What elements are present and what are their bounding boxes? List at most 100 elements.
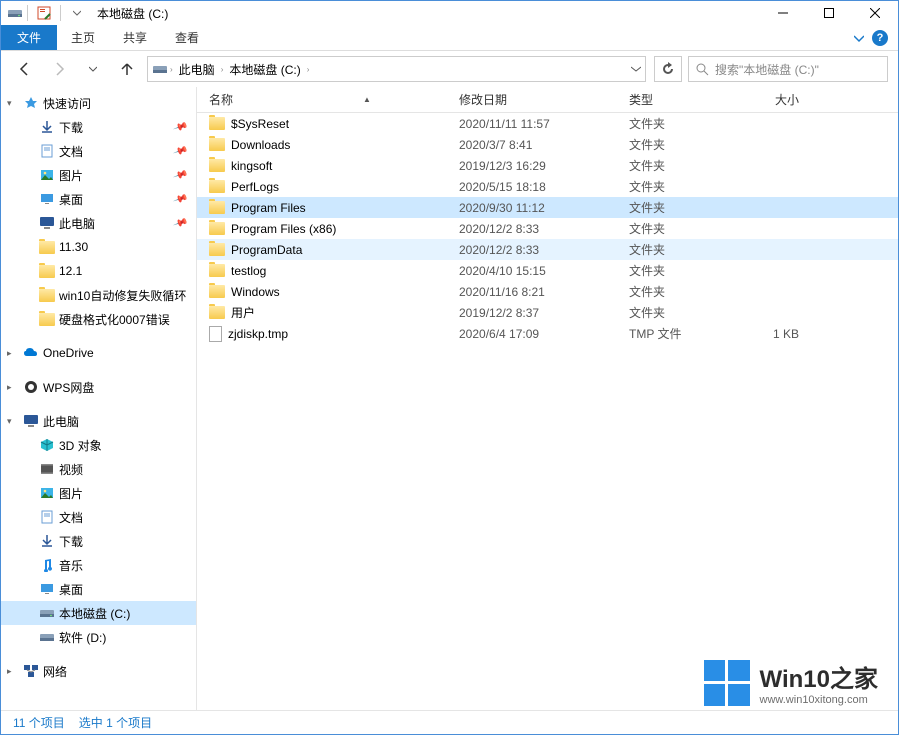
file-row[interactable]: ProgramData2020/12/2 8:33文件夹 (197, 239, 898, 260)
col-header-date[interactable]: 修改日期 (459, 91, 629, 108)
item-icon (39, 533, 55, 549)
tree-this-pc[interactable]: ▾ 此电脑 (1, 409, 196, 433)
file-date: 2020/11/11 11:57 (459, 117, 629, 131)
tree-label: 桌面 (59, 191, 83, 208)
tree-label: 快速访问 (43, 95, 91, 112)
file-row[interactable]: PerfLogs2020/5/15 18:18文件夹 (197, 176, 898, 197)
item-icon (39, 119, 55, 135)
folder-icon (209, 264, 225, 277)
qat-dropdown-icon[interactable] (65, 2, 89, 24)
file-row[interactable]: Program Files2020/9/30 11:12文件夹 (197, 197, 898, 218)
tree-pc-item[interactable]: 下载 (1, 529, 196, 553)
address-bar[interactable]: › 此电脑 › 本地磁盘 (C:) › (147, 56, 646, 82)
file-list[interactable]: $SysReset2020/11/11 11:57文件夹Downloads202… (197, 113, 898, 710)
tree-pc-item[interactable]: 文档 (1, 505, 196, 529)
tree-wps[interactable]: ▸ WPS网盘 (1, 375, 196, 399)
tree-quick-item[interactable]: 图片📌 (1, 163, 196, 187)
tree-pc-item[interactable]: 视频 (1, 457, 196, 481)
tree-network[interactable]: ▸ 网络 (1, 659, 196, 683)
file-type: 文件夹 (629, 115, 729, 132)
chevron-down-icon[interactable]: ▾ (7, 98, 19, 109)
tree-pc-item[interactable]: 本地磁盘 (C:) (1, 601, 196, 625)
tree-label: 软件 (D:) (59, 629, 106, 646)
file-row[interactable]: Downloads2020/3/7 8:41文件夹 (197, 134, 898, 155)
maximize-button[interactable] (806, 1, 852, 25)
folder-icon (209, 285, 225, 298)
file-row[interactable]: Windows2020/11/16 8:21文件夹 (197, 281, 898, 302)
minimize-button[interactable] (760, 1, 806, 25)
help-icon[interactable]: ? (872, 30, 888, 46)
file-row[interactable]: zjdiskp.tmp2020/6/4 17:09TMP 文件1 KB (197, 323, 898, 344)
file-type: 文件夹 (629, 262, 729, 279)
tree-quick-item[interactable]: 文档📌 (1, 139, 196, 163)
file-type: 文件夹 (629, 199, 729, 216)
tree-label: 本地磁盘 (C:) (59, 605, 130, 622)
ribbon-view-tab[interactable]: 查看 (161, 25, 213, 50)
chevron-right-icon[interactable]: ▸ (7, 348, 19, 359)
tree-pc-item[interactable]: 软件 (D:) (1, 625, 196, 649)
forward-button[interactable] (45, 55, 73, 83)
ribbon-share-tab[interactable]: 共享 (109, 25, 161, 50)
file-name: testlog (231, 264, 266, 278)
chevron-right-icon[interactable]: › (221, 65, 224, 74)
item-icon (39, 311, 55, 327)
tree-onedrive[interactable]: ▸ OneDrive (1, 341, 196, 365)
tree-pc-item[interactable]: 桌面 (1, 577, 196, 601)
chevron-right-icon[interactable]: › (307, 65, 310, 74)
file-row[interactable]: $SysReset2020/11/11 11:57文件夹 (197, 113, 898, 134)
tree-label: OneDrive (43, 346, 94, 360)
file-row[interactable]: 用户2019/12/2 8:37文件夹 (197, 302, 898, 323)
address-dropdown-icon[interactable] (631, 64, 641, 74)
file-type: 文件夹 (629, 136, 729, 153)
file-row[interactable]: testlog 2020/4/10 15:15文件夹 (197, 260, 898, 281)
tree-quick-item[interactable]: 桌面📌 (1, 187, 196, 211)
col-header-type[interactable]: 类型 (629, 91, 729, 108)
drive-icon (152, 61, 168, 77)
tree-quick-item[interactable]: 硬盘格式化0007错误 (1, 307, 196, 331)
qat-properties-icon[interactable] (32, 2, 56, 24)
breadcrumb-drive[interactable]: 本地磁盘 (C:) (225, 59, 304, 80)
col-header-name[interactable]: 名称▲ (209, 91, 459, 108)
file-date: 2020/4/10 15:15 (459, 264, 629, 278)
tree-quick-item[interactable]: 下载📌 (1, 115, 196, 139)
file-icon (209, 326, 222, 342)
file-row[interactable]: Program Files (x86)2020/12/2 8:33文件夹 (197, 218, 898, 239)
file-name: 用户 (231, 304, 255, 321)
tree-label: 桌面 (59, 581, 83, 598)
recent-dropdown[interactable] (79, 55, 107, 83)
back-button[interactable] (11, 55, 39, 83)
breadcrumb-pc[interactable]: 此电脑 (175, 59, 219, 80)
ribbon-home-tab[interactable]: 主页 (57, 25, 109, 50)
refresh-button[interactable] (654, 56, 682, 82)
tree-pc-item[interactable]: 3D 对象 (1, 433, 196, 457)
file-row[interactable]: kingsoft2019/12/3 16:29文件夹 (197, 155, 898, 176)
chevron-right-icon[interactable]: › (170, 65, 173, 74)
pin-icon: 📌 (172, 119, 188, 134)
sort-asc-icon: ▲ (363, 95, 371, 104)
tree-pc-item[interactable]: 图片 (1, 481, 196, 505)
tree-label: WPS网盘 (43, 379, 94, 396)
chevron-right-icon[interactable]: ▸ (7, 382, 19, 393)
tree-label: 11.30 (59, 240, 88, 254)
ribbon-expand-icon[interactable] (854, 33, 864, 43)
up-button[interactable] (113, 55, 141, 83)
chevron-down-icon[interactable]: ▾ (7, 416, 19, 427)
item-icon (39, 239, 55, 255)
pin-icon: 📌 (172, 167, 188, 182)
nav-bar: › 此电脑 › 本地磁盘 (C:) › 搜索"本地磁盘 (C:)" (1, 51, 898, 87)
tree-quick-item[interactable]: 11.30 (1, 235, 196, 259)
tree-label: 12.1 (59, 264, 82, 278)
tree-quick-access[interactable]: ▾ 快速访问 (1, 91, 196, 115)
tree-pc-item[interactable]: 音乐 (1, 553, 196, 577)
tree-quick-item[interactable]: win10自动修复失败循环 (1, 283, 196, 307)
tree-quick-item[interactable]: 12.1 (1, 259, 196, 283)
chevron-right-icon[interactable]: ▸ (7, 666, 19, 677)
search-input[interactable]: 搜索"本地磁盘 (C:)" (688, 56, 888, 82)
tree-quick-item[interactable]: 此电脑📌 (1, 211, 196, 235)
item-icon (39, 215, 55, 231)
close-button[interactable] (852, 1, 898, 25)
pc-icon (23, 413, 39, 429)
tree-label: 文档 (59, 509, 83, 526)
ribbon-file-tab[interactable]: 文件 (1, 25, 57, 50)
col-header-size[interactable]: 大小 (729, 91, 799, 108)
